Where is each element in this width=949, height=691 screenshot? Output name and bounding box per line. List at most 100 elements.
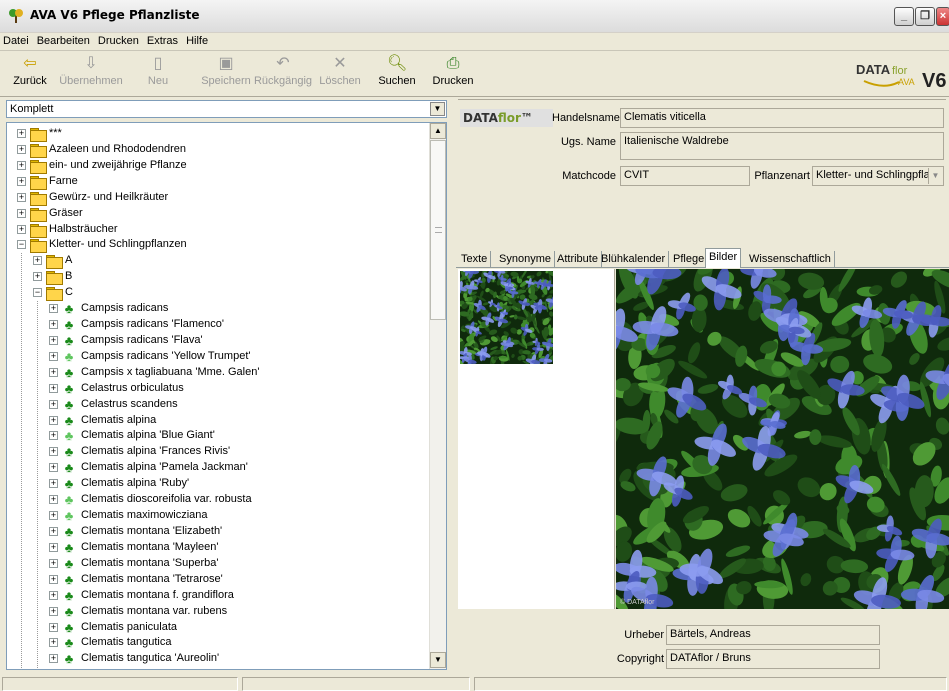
tree-plant-item[interactable]: + ♣ Campsis radicans 'Yellow Trumpet' xyxy=(49,349,427,365)
tree-folder[interactable]: + Azaleen und Rhododendren xyxy=(17,142,427,158)
accept-button[interactable]: ⇩ Übernehmen xyxy=(56,54,126,94)
tab-attribute[interactable]: Attribute xyxy=(554,251,602,268)
expand-icon[interactable]: + xyxy=(49,304,58,314)
scroll-thumb[interactable] xyxy=(430,140,446,320)
back-button[interactable]: ⇦ Zurück xyxy=(10,54,50,94)
tree-scrollbar[interactable]: ▲ ▼ xyxy=(429,123,446,669)
expand-icon[interactable]: + xyxy=(49,511,58,521)
tab-wissenschaftlich[interactable]: Wissenschaftlich xyxy=(746,251,835,268)
tree-folder[interactable]: + *** xyxy=(17,126,427,142)
tree-plant-item[interactable]: + ♣ Clematis alpina 'Frances Rivis' xyxy=(49,444,427,460)
expand-icon[interactable]: + xyxy=(17,144,26,154)
expand-icon[interactable]: + xyxy=(49,351,58,361)
tree-plant-item[interactable]: + ♣ Clematis alpina xyxy=(49,413,427,429)
tree-plant-item[interactable]: + ♣ Clematis montana 'Superba' xyxy=(49,556,427,572)
tree-plant-item[interactable]: + ♣ Clematis alpina 'Pamela Jackman' xyxy=(49,460,427,476)
expand-icon[interactable]: + xyxy=(49,479,58,489)
tree-plant-item[interactable]: +♣Clematis vitalba xyxy=(49,667,427,669)
filter-select[interactable]: Komplett ▼ xyxy=(6,100,447,118)
expand-icon[interactable]: + xyxy=(17,224,26,234)
expand-icon[interactable]: + xyxy=(49,527,58,536)
tree-folder[interactable]: − Kletter- und Schlingpflanzen xyxy=(17,237,427,254)
expand-icon[interactable]: + xyxy=(33,256,42,266)
tree-folder[interactable]: − C xyxy=(33,285,427,302)
save-button[interactable]: ▣ Speichern xyxy=(196,54,256,94)
new-button[interactable]: ▯ Neu xyxy=(140,54,176,94)
expand-icon[interactable]: + xyxy=(49,383,58,393)
tree-plant-item[interactable]: + ♣ Clematis montana f. grandiflora xyxy=(49,588,427,604)
tree-plant-item[interactable]: + ♣ Clematis tangutica xyxy=(49,635,427,651)
menu-bearbeiten[interactable]: Bearbeiten xyxy=(34,33,95,47)
expand-icon[interactable]: + xyxy=(49,399,58,409)
ugs-name-field[interactable]: Italienische Waldrebe xyxy=(620,132,944,160)
expand-icon[interactable]: + xyxy=(49,495,58,505)
expand-icon[interactable]: + xyxy=(49,590,58,600)
tree-plant-item[interactable]: + ♣ Campsis radicans 'Flamenco' xyxy=(49,317,427,333)
thumbnail-image[interactable] xyxy=(460,271,553,364)
expand-icon[interactable]: + xyxy=(49,415,58,425)
expand-icon[interactable]: + xyxy=(17,176,26,186)
tab-synonyme[interactable]: Synonyme xyxy=(496,251,555,268)
tree-plant-item[interactable]: + ♣ Clematis maximowicziana xyxy=(49,508,427,524)
expand-icon[interactable]: + xyxy=(49,367,58,377)
tree-plant-item[interactable]: + ♣ Celastrus orbiculatus xyxy=(49,381,427,397)
tab-bilder[interactable]: Bilder xyxy=(705,248,742,268)
tree-folder[interactable]: + Halbsträucher xyxy=(17,222,427,238)
menu-datei[interactable]: Datei xyxy=(0,33,34,47)
expand-icon[interactable]: + xyxy=(49,542,58,552)
chevron-down-icon[interactable]: ▼ xyxy=(928,168,942,184)
tree-plant-item[interactable]: + ♣ Clematis dioscoreifolia var. robusta xyxy=(49,492,427,508)
menu-hilfe[interactable]: Hilfe xyxy=(183,33,213,47)
scroll-down-icon[interactable]: ▼ xyxy=(430,652,446,668)
tree-plant-item[interactable]: + ♣ Campsis radicans 'Flava' xyxy=(49,333,427,349)
expand-icon[interactable]: + xyxy=(49,606,58,616)
tree-plant-item[interactable]: + ♣ Clematis alpina 'Ruby' xyxy=(49,476,427,492)
copyright-field[interactable]: DATAflor / Bruns xyxy=(666,649,880,669)
undo-button[interactable]: ↶ Rückgängig xyxy=(250,54,316,94)
tree-folder[interactable]: + Gräser xyxy=(17,206,427,222)
collapse-icon[interactable]: − xyxy=(17,240,26,250)
delete-button[interactable]: ✕ Löschen xyxy=(318,54,362,94)
menu-drucken[interactable]: Drucken xyxy=(95,33,144,47)
expand-icon[interactable]: + xyxy=(49,463,58,473)
tree-plant-item[interactable]: + ♣ Celastrus scandens xyxy=(49,397,427,413)
tree-plant-item[interactable]: + ♣ Clematis alpina 'Blue Giant' xyxy=(49,428,427,444)
restore-icon[interactable]: ❐ xyxy=(915,7,935,26)
search-button[interactable]: 🔍︎ Suchen xyxy=(377,54,417,94)
tree-plant-item[interactable]: + ♣ Clematis montana 'Mayleen' xyxy=(49,540,427,556)
urheber-field[interactable]: Bärtels, Andreas xyxy=(666,625,880,645)
tab-pflege[interactable]: Pflege xyxy=(670,251,709,268)
expand-icon[interactable]: + xyxy=(49,638,58,648)
expand-icon[interactable]: + xyxy=(49,335,58,345)
tree-folder[interactable]: + ein- und zweijährige Pflanze xyxy=(17,158,427,174)
tab-blühkalender[interactable]: Blühkalender xyxy=(598,251,670,268)
expand-icon[interactable]: + xyxy=(49,558,58,568)
tree-plant-item[interactable]: + ♣ Clematis tangutica 'Aureolin' xyxy=(49,651,427,667)
matchcode-field[interactable]: CVIT xyxy=(620,166,750,186)
tree-plant-item[interactable]: + ♣ Clematis montana 'Tetrarose' xyxy=(49,572,427,588)
tree-folder[interactable]: + Gewürz- und Heilkräuter xyxy=(17,190,427,206)
tree-folder[interactable]: + B xyxy=(33,269,427,286)
tree-plant-item[interactable]: + ♣ Clematis paniculata xyxy=(49,620,427,636)
minimize-icon[interactable]: _ xyxy=(894,7,914,26)
expand-icon[interactable]: + xyxy=(49,622,58,632)
expand-icon[interactable]: + xyxy=(17,160,26,170)
collapse-icon[interactable]: − xyxy=(33,288,42,298)
tree-folder[interactable]: + Farne xyxy=(17,174,427,190)
expand-icon[interactable]: + xyxy=(49,431,58,441)
scroll-up-icon[interactable]: ▲ xyxy=(430,123,446,139)
chevron-down-icon[interactable]: ▼ xyxy=(430,102,445,116)
menu-extras[interactable]: Extras xyxy=(144,33,183,47)
tree-plant-item[interactable]: + ♣ Clematis montana var. rubens xyxy=(49,604,427,620)
pflanzenart-select[interactable]: Kletter- und Schlingpflanz ▼ xyxy=(812,166,944,186)
tab-texte[interactable]: Texte xyxy=(458,251,492,268)
expand-icon[interactable]: + xyxy=(49,574,58,584)
expand-icon[interactable]: + xyxy=(17,208,26,218)
handelsname-field[interactable]: Clematis viticella xyxy=(620,108,944,128)
tree-plant-item[interactable]: + ♣ Campsis x tagliabuana 'Mme. Galen' xyxy=(49,365,427,381)
expand-icon[interactable]: + xyxy=(49,654,58,664)
print-button[interactable]: ⎙ Drucken xyxy=(432,54,474,94)
expand-icon[interactable]: + xyxy=(49,320,58,330)
close-icon[interactable]: × xyxy=(936,7,949,26)
tree-plant-item[interactable]: + ♣ Clematis montana 'Elizabeth' xyxy=(49,524,427,540)
